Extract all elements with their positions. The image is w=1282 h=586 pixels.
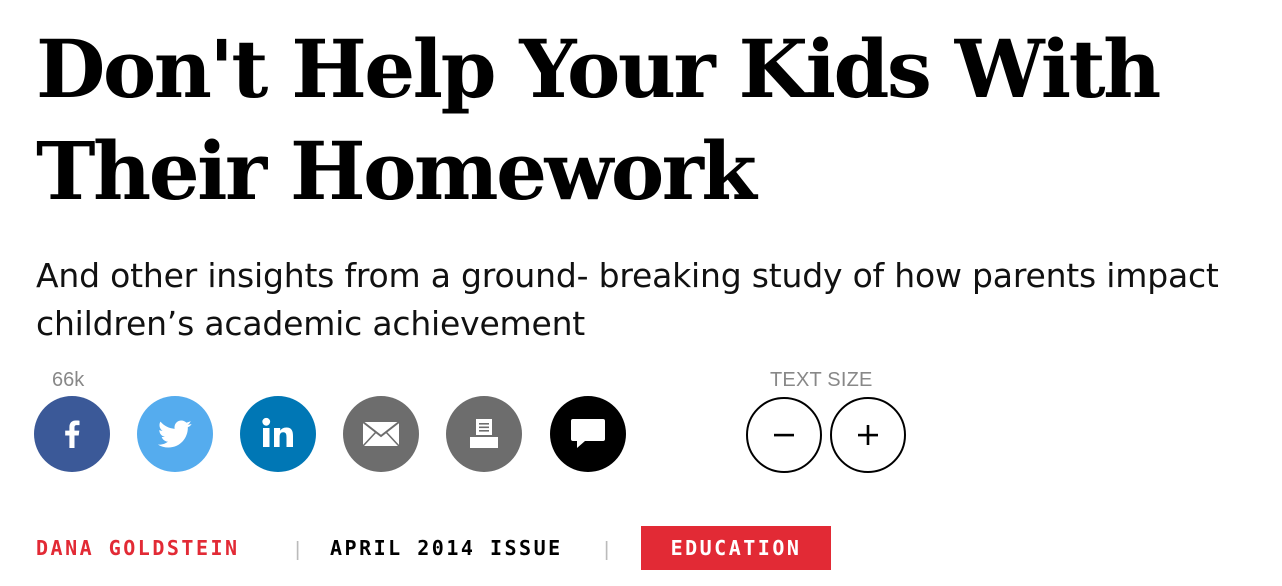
author-link[interactable]: DANA GOLDSTEIN	[36, 536, 240, 560]
email-share-button[interactable]	[343, 396, 419, 472]
decrease-text-size-button[interactable]	[746, 397, 822, 473]
article-headline: Don't Help Your Kids With Their Homework	[36, 22, 1161, 218]
speech-bubble-icon	[571, 419, 605, 448]
plus-icon	[858, 425, 878, 445]
comments-button[interactable]	[550, 396, 626, 472]
byline-divider: |	[295, 539, 301, 561]
increase-text-size-button[interactable]	[830, 397, 906, 473]
facebook-share-button[interactable]	[34, 396, 110, 472]
twitter-share-button[interactable]	[137, 396, 213, 472]
section-tag[interactable]: EDUCATION	[641, 526, 831, 570]
print-button[interactable]	[446, 396, 522, 472]
linkedin-icon	[262, 417, 293, 447]
twitter-icon	[157, 420, 192, 448]
issue-link[interactable]: APRIL 2014 ISSUE	[330, 536, 563, 560]
printer-icon	[470, 419, 498, 448]
article-subhead: And other insights from a ground- breaki…	[36, 256, 1219, 343]
minus-icon	[774, 433, 794, 437]
section-tag-label: EDUCATION	[670, 536, 802, 560]
text-size-label: TEXT SIZE	[770, 369, 873, 391]
byline-divider: |	[604, 539, 610, 561]
envelope-icon	[362, 421, 400, 447]
facebook-icon	[65, 420, 80, 448]
share-count: 66k	[52, 369, 85, 391]
linkedin-share-button[interactable]	[240, 396, 316, 472]
